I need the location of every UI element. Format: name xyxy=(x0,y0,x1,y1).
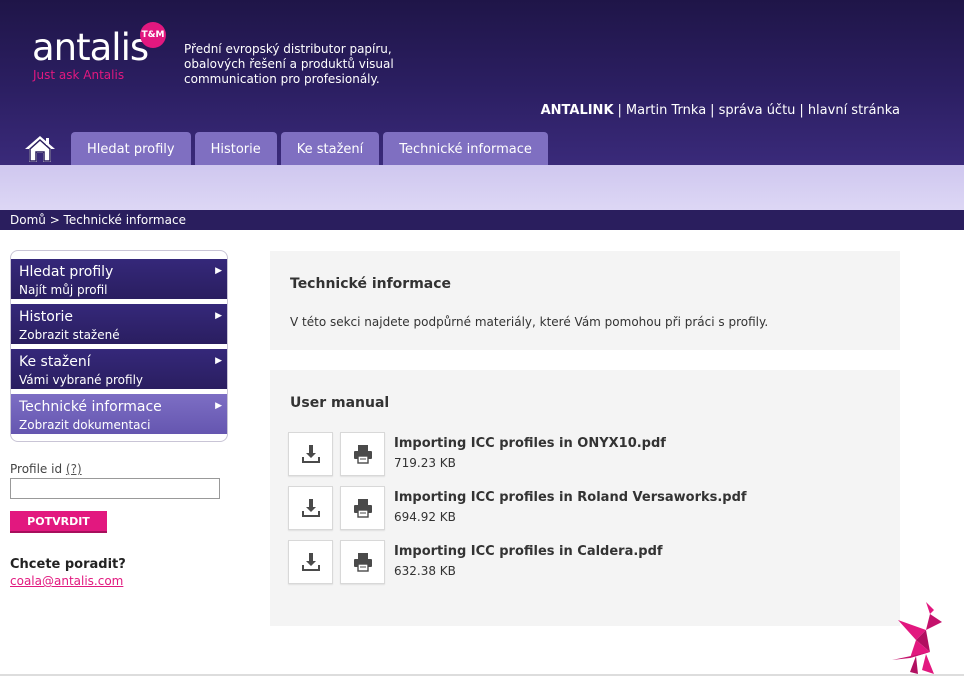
arrow-right-icon: ▶ xyxy=(215,266,222,276)
breadcrumb: Domů > Technické informace xyxy=(0,210,964,230)
print-button[interactable] xyxy=(340,540,385,584)
intro-line: communication pro profesionály. xyxy=(184,72,380,86)
advice-email-link[interactable]: coala@antalis.com xyxy=(10,574,123,588)
page: antalis T&M Just ask Antalis Přední evro… xyxy=(0,0,964,676)
tab-ke-stazeni[interactable]: Ke stažení xyxy=(280,132,380,165)
document-row: Importing ICC profiles in Caldera.pdf 63… xyxy=(288,540,888,584)
arrow-right-icon: ▶ xyxy=(215,356,222,366)
download-button[interactable] xyxy=(288,540,333,584)
antalis-logo[interactable]: antalis T&M Just ask Antalis xyxy=(32,22,172,88)
account-link[interactable]: správa účtu xyxy=(719,103,796,118)
profile-id-help-link[interactable]: (?) xyxy=(66,462,82,476)
user-manual-panel: User manual Importing ICC profiles in ON… xyxy=(270,370,900,626)
intro-line: obalových řešení a produktů visual xyxy=(184,57,394,71)
sidebar-item-title: Ke stažení xyxy=(19,354,91,370)
separator: | xyxy=(617,103,622,118)
logo-tagline: Just ask Antalis xyxy=(33,68,125,82)
sidebar-item-hledat-profily[interactable]: Hledat profily Najít můj profil ▶ xyxy=(11,259,227,299)
sidebar-item-subtitle: Zobrazit stažené xyxy=(19,328,120,342)
top-links: ANTALINK | Martin Trnka | správa účtu | hlavní… xyxy=(541,103,900,118)
logo-wordmark: antalis xyxy=(32,26,149,69)
document-size: 694.92 KB xyxy=(394,510,456,524)
sidebar-item-title: Historie xyxy=(19,309,74,325)
user-manual-title: User manual xyxy=(290,395,390,411)
intro-line: Přední evropský distributor papíru, xyxy=(184,42,392,56)
document-row: Importing ICC profiles in Roland Versawo… xyxy=(288,486,888,530)
tab-historie[interactable]: Historie xyxy=(194,132,277,165)
advice-title: Chcete poradit? xyxy=(10,557,126,572)
sidebar-item-title: Hledat profily xyxy=(19,264,114,280)
sub-navigation-bar xyxy=(0,165,964,210)
print-button[interactable] xyxy=(340,486,385,530)
logo-badge: T&M xyxy=(140,22,166,48)
profile-id-input[interactable] xyxy=(10,478,220,499)
document-row: Importing ICC profiles in ONYX10.pdf 719… xyxy=(288,432,888,476)
document-size: 719.23 KB xyxy=(394,456,456,470)
side-menu: Hledat profily Najít můj profil ▶ Histor… xyxy=(10,250,228,442)
profile-id-label: Profile id (?) xyxy=(10,462,82,476)
download-button[interactable] xyxy=(288,432,333,476)
main-tabs: Hledat profily Historie Ke stažení Techn… xyxy=(71,132,548,165)
separator: | xyxy=(799,103,804,118)
sidebar-item-subtitle: Zobrazit dokumentaci xyxy=(19,418,151,432)
print-button[interactable] xyxy=(340,432,385,476)
arrow-right-icon: ▶ xyxy=(215,401,222,411)
info-panel-title: Technické informace xyxy=(290,276,452,292)
info-panel: Technické informace V této sekci najdete… xyxy=(270,251,900,350)
download-button[interactable] xyxy=(288,486,333,530)
document-name-link[interactable]: Importing ICC profiles in Caldera.pdf xyxy=(394,544,663,559)
sidebar-item-subtitle: Najít můj profil xyxy=(19,283,108,297)
document-name-link[interactable]: Importing ICC profiles in ONYX10.pdf xyxy=(394,436,666,451)
sidebar-item-historie[interactable]: Historie Zobrazit stažené ▶ xyxy=(11,304,227,344)
arrow-right-icon: ▶ xyxy=(215,311,222,321)
sidebar-item-title: Technické informace xyxy=(19,399,162,415)
header: antalis T&M Just ask Antalis Přední evro… xyxy=(0,0,964,165)
sidebar-item-technicke-informace[interactable]: Technické informace Zobrazit dokumentaci… xyxy=(11,394,227,434)
intro-text: Přední evropský distributor papíru, obal… xyxy=(184,42,444,87)
home-icon[interactable] xyxy=(24,135,56,163)
origami-bird-icon xyxy=(886,600,950,676)
tab-hledat-profily[interactable]: Hledat profily xyxy=(71,132,191,165)
document-name-link[interactable]: Importing ICC profiles in Roland Versawo… xyxy=(394,490,747,505)
tab-technicke-informace[interactable]: Technické informace xyxy=(383,132,548,165)
sidebar-item-ke-stazeni[interactable]: Ke stažení Vámi vybrané profily ▶ xyxy=(11,349,227,389)
antalink-link[interactable]: ANTALINK xyxy=(541,103,614,118)
info-panel-description: V této sekci najdete podpůrné materiály,… xyxy=(290,315,769,329)
home-link[interactable]: hlavní stránka xyxy=(808,103,900,118)
separator: | xyxy=(710,103,715,118)
user-link[interactable]: Martin Trnka xyxy=(626,103,706,118)
document-size: 632.38 KB xyxy=(394,564,456,578)
sidebar-item-subtitle: Vámi vybrané profily xyxy=(19,373,144,387)
confirm-button[interactable]: POTVRDIT xyxy=(10,511,107,533)
profile-id-label-text: Profile id xyxy=(10,462,63,476)
